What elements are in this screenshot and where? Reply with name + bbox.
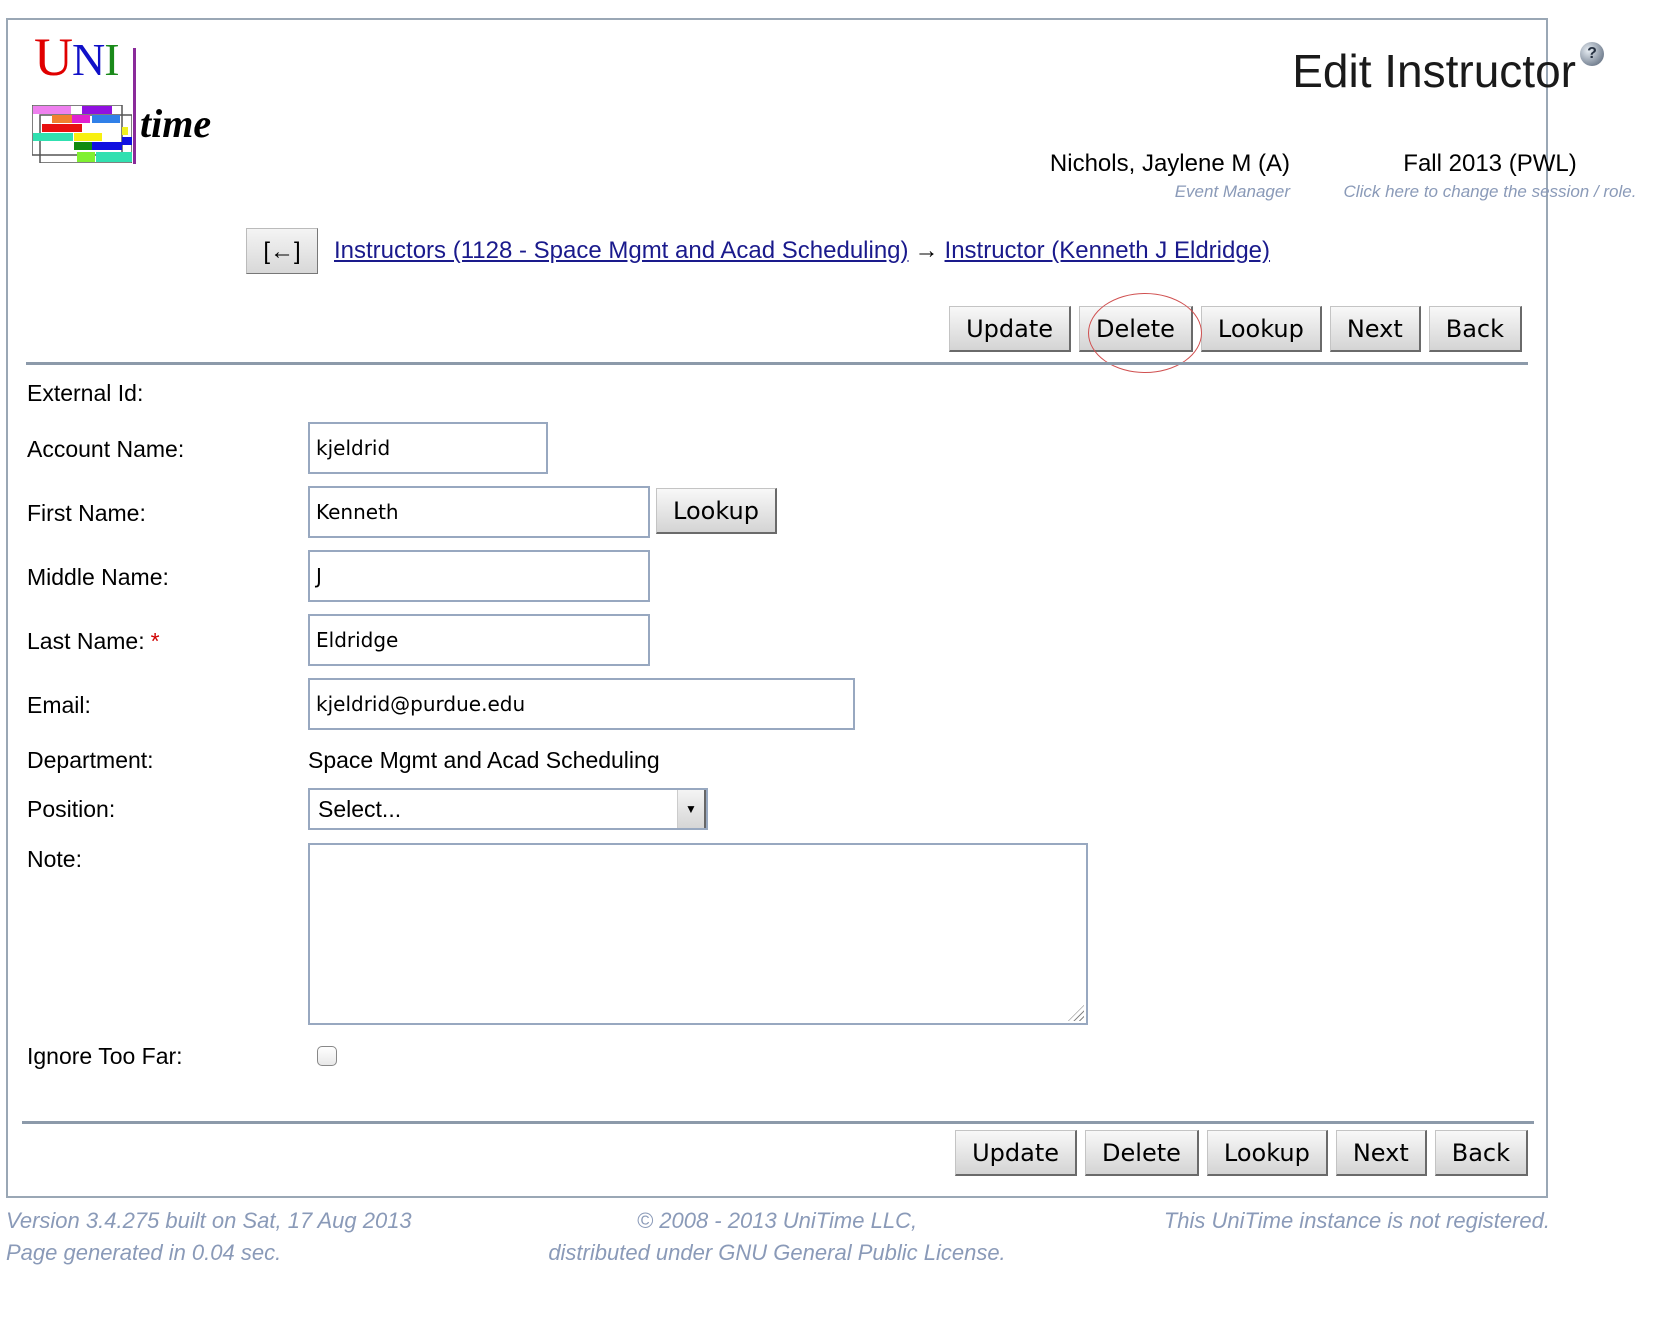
change-session-link[interactable]: Click here to change the session / role. — [1340, 182, 1640, 202]
logo-timetable-grid-icon — [32, 105, 132, 163]
user-info[interactable]: Nichols, Jaylene M (A) Event Manager — [1050, 150, 1290, 202]
user-role: Event Manager — [1174, 182, 1290, 201]
back-arrow-button[interactable]: [←] — [246, 228, 318, 274]
breadcrumb-separator: → — [914, 237, 939, 264]
logo-u: U — [34, 27, 73, 87]
logo-divider — [133, 48, 136, 164]
logo-time-text: time — [140, 101, 212, 146]
middle-name-label: Middle Name: — [27, 564, 169, 590]
dropdown-arrow-icon[interactable]: ▼ — [677, 790, 706, 828]
header-divider — [26, 362, 1528, 365]
last-name-input[interactable]: Eldridge — [308, 614, 650, 666]
note-textarea[interactable] — [308, 843, 1088, 1025]
ignore-too-far-label: Ignore Too Far: — [27, 1043, 183, 1069]
lookup-button-bottom[interactable]: Lookup — [1206, 1130, 1328, 1176]
logo-i: I — [104, 34, 119, 85]
resize-handle-icon[interactable] — [1068, 1005, 1084, 1021]
department-value: Space Mgmt and Acad Scheduling — [308, 747, 660, 773]
delete-button[interactable]: Delete — [1079, 306, 1193, 352]
external-id-label: External Id: — [27, 380, 144, 406]
account-name-input[interactable]: kjeldrid — [308, 422, 548, 474]
logo-n: N — [72, 34, 105, 85]
page-title: Edit Instructor — [1292, 45, 1576, 97]
footer-registration: This UniTime instance is not registered. — [1164, 1205, 1550, 1237]
footer-copyright: © 2008 - 2013 UniTime LLC, distributed u… — [542, 1205, 1012, 1269]
unitime-logo: UNI time — [28, 30, 238, 170]
breadcrumb-instructor-link[interactable]: Instructor (Kenneth J Eldridge) — [945, 237, 1271, 264]
update-button[interactable]: Update — [949, 306, 1072, 352]
email-label: Email: — [27, 692, 91, 718]
help-icon[interactable]: ? — [1580, 42, 1604, 66]
first-name-lookup-button[interactable]: Lookup — [656, 488, 777, 534]
registration-link[interactable]: This UniTime instance is not registered. — [1164, 1205, 1550, 1237]
lookup-button[interactable]: Lookup — [1200, 306, 1322, 352]
top-button-bar: Update Delete Lookup Next Back — [949, 306, 1522, 352]
middle-name-input[interactable]: J — [308, 550, 650, 602]
email-input[interactable]: kjeldrid@purdue.edu — [308, 678, 855, 730]
back-button-bottom[interactable]: Back — [1434, 1130, 1528, 1176]
required-asterisk: * — [150, 628, 160, 654]
next-button-bottom[interactable]: Next — [1335, 1130, 1427, 1176]
position-select[interactable]: Select... ▼ — [308, 788, 708, 830]
bottom-button-bar: Update Delete Lookup Next Back — [955, 1130, 1528, 1176]
next-button[interactable]: Next — [1329, 306, 1421, 352]
first-name-input[interactable]: Kenneth — [308, 486, 650, 538]
user-name: Nichols, Jaylene M (A) — [1049, 150, 1290, 177]
footer-divider — [22, 1121, 1534, 1124]
position-label: Position: — [27, 796, 116, 822]
generated-time-text: Page generated in 0.04 sec. — [6, 1240, 282, 1265]
first-name-label: First Name: — [27, 500, 146, 526]
delete-button-bottom[interactable]: Delete — [1085, 1130, 1199, 1176]
position-selected-value: Select... — [318, 796, 402, 822]
footer-version: Version 3.4.275 built on Sat, 17 Aug 201… — [6, 1205, 412, 1269]
note-label: Note: — [27, 846, 82, 872]
department-label: Department: — [27, 747, 154, 773]
ignore-too-far-checkbox[interactable] — [317, 1046, 337, 1066]
last-name-label: Last Name: * — [27, 628, 160, 655]
last-name-label-text: Last Name: — [27, 628, 145, 654]
account-name-label: Account Name: — [27, 436, 185, 462]
back-button[interactable]: Back — [1428, 306, 1522, 352]
copyright-link[interactable]: © 2008 - 2013 UniTime LLC, — [542, 1205, 1012, 1237]
session-info[interactable]: Fall 2013 (PWL) Click here to change the… — [1340, 150, 1640, 202]
breadcrumb-instructors-link[interactable]: Instructors (1128 - Space Mgmt and Acad … — [334, 237, 909, 264]
logo-uni-text: UNI — [34, 27, 120, 87]
license-link[interactable]: distributed under GNU General Public Lic… — [542, 1237, 1012, 1269]
breadcrumb: Instructors (1128 - Space Mgmt and Acad … — [334, 237, 1270, 265]
session-name: Fall 2013 (PWL) — [1403, 150, 1577, 177]
update-button-bottom[interactable]: Update — [955, 1130, 1078, 1176]
version-text: Version 3.4.275 built on Sat, 17 Aug 201… — [6, 1208, 412, 1233]
